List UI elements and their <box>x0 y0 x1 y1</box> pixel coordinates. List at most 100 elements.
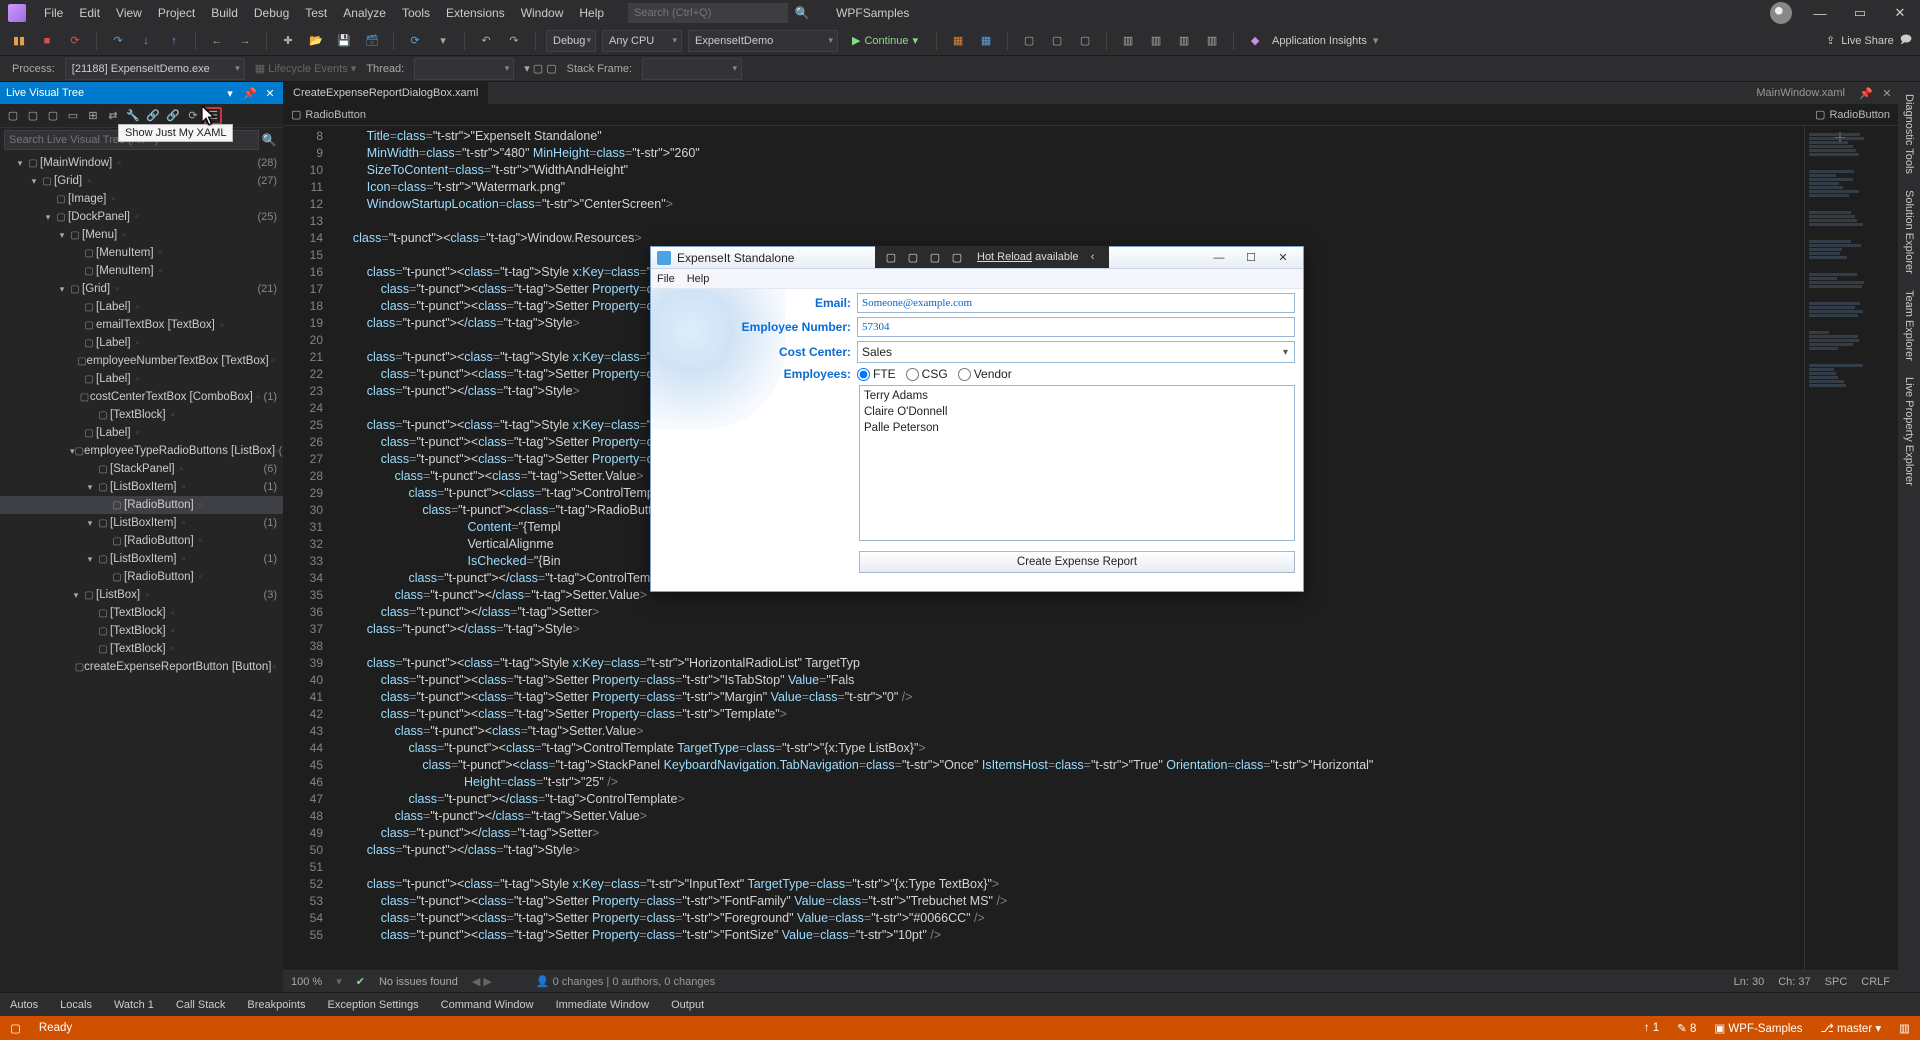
tree-node[interactable]: ▢[RadioButton] ▫ <box>0 532 283 550</box>
adorner-btn1[interactable]: ▢ <box>883 249 899 265</box>
tb-icon-b[interactable]: ▦ <box>975 30 997 52</box>
menu-analyze[interactable]: Analyze <box>335 2 394 24</box>
adorner-chevron-icon[interactable]: ‹ <box>1085 249 1101 265</box>
wpf-close-button[interactable]: ✕ <box>1269 249 1297 267</box>
liveshare-label[interactable]: Live Share <box>1841 35 1894 47</box>
bottom-tab-breakpoints[interactable]: Breakpoints <box>243 996 309 1014</box>
search-icon[interactable]: 🔍 <box>259 133 279 147</box>
continue-button[interactable]: ▶ Continue ▾ <box>844 34 926 47</box>
tree-node[interactable]: ▢[Label] ▫ <box>0 298 283 316</box>
menu-project[interactable]: Project <box>150 2 203 24</box>
nav-forward-icon[interactable]: → <box>234 30 256 52</box>
status-icon[interactable]: ▥ <box>1899 1021 1910 1035</box>
bottom-tab-autos[interactable]: Autos <box>6 996 42 1014</box>
new-item-icon[interactable]: ✚ <box>277 30 299 52</box>
solution-platform-combo[interactable]: Any CPU <box>602 30 682 52</box>
thread-combo[interactable] <box>414 58 514 80</box>
save-icon[interactable]: 💾 <box>333 30 355 52</box>
tb-icon-d[interactable]: ▢ <box>1046 30 1068 52</box>
rail-tab-team-explorer[interactable]: Team Explorer <box>1901 282 1917 369</box>
bottom-tab-immediate-window[interactable]: Immediate Window <box>552 996 654 1014</box>
lvt-btn-6[interactable]: ⇄ <box>104 107 122 125</box>
tree-node[interactable]: ▾▢[ListBoxItem] ▫(1) <box>0 550 283 568</box>
search-icon[interactable]: 🔍 <box>792 3 812 23</box>
cost-center-combo[interactable]: Sales <box>857 341 1295 363</box>
tree-node[interactable]: ▢[TextBlock] ▫ <box>0 622 283 640</box>
employee-listbox[interactable]: Terry AdamsClaire O'DonnellPalle Peterso… <box>859 385 1295 541</box>
maximize-button[interactable]: ▭ <box>1848 5 1872 21</box>
tb-icon-c[interactable]: ▢ <box>1018 30 1040 52</box>
show-just-my-xaml-button[interactable]: ☰ <box>204 107 222 125</box>
wpf-menu-help[interactable]: Help <box>687 273 710 285</box>
tree-node[interactable]: ▢[Label] ▫ <box>0 370 283 388</box>
menu-window[interactable]: Window <box>513 2 572 24</box>
redo-icon[interactable]: ↷ <box>503 30 525 52</box>
tree-node[interactable]: ▢[Image] ▫ <box>0 190 283 208</box>
repo-label[interactable]: ▣ WPF-Samples <box>1714 1021 1802 1035</box>
wpf-app-window[interactable]: ▢ ▢ ▢ ▢ Hot Reload available ‹ ExpenseIt… <box>650 246 1304 592</box>
tree-node[interactable]: ▾▢employeeTypeRadioButtons [ListBox] ▫(7… <box>0 442 283 460</box>
quick-search-input[interactable] <box>628 3 788 23</box>
bottom-tab-locals[interactable]: Locals <box>56 996 96 1014</box>
employee-item[interactable]: Claire O'Donnell <box>864 404 1290 420</box>
step-into-icon[interactable]: ↓ <box>135 30 157 52</box>
undo-icon[interactable]: ↶ <box>475 30 497 52</box>
tree-node[interactable]: ▾▢[Menu] ▫ <box>0 226 283 244</box>
stop-icon[interactable]: ■ <box>36 30 58 52</box>
pause-icon[interactable]: ▮▮ <box>8 30 30 52</box>
rail-tab-diagnostic-tools[interactable]: Diagnostic Tools <box>1901 86 1917 182</box>
tree-node[interactable]: ▾▢[Grid] ▫(21) <box>0 280 283 298</box>
close-button[interactable]: ✕ <box>1888 5 1912 21</box>
menu-help[interactable]: Help <box>571 2 612 24</box>
tree-node[interactable]: ▾▢[DockPanel] ▫(25) <box>0 208 283 226</box>
create-expense-report-button[interactable]: Create Expense Report <box>859 551 1295 573</box>
tree-node[interactable]: ▾▢[MainWindow] ▫(28) <box>0 154 283 172</box>
lvt-btn-5[interactable]: ⊞ <box>84 107 102 125</box>
tree-node[interactable]: ▢[TextBlock] ▫ <box>0 640 283 658</box>
refresh-icon[interactable]: ⟳ <box>404 30 426 52</box>
bottom-tab-watch-1[interactable]: Watch 1 <box>110 996 158 1014</box>
wpf-maximize-button[interactable]: ☐ <box>1237 249 1265 267</box>
lvt-btn-9[interactable]: 🔗 <box>164 107 182 125</box>
employee-number-input[interactable] <box>857 317 1295 337</box>
hot-reload-link[interactable]: Hot Reload <box>977 251 1032 263</box>
menu-file[interactable]: File <box>36 2 71 24</box>
dropdown-icon[interactable]: ▾ <box>223 87 237 100</box>
tb-icon-g[interactable]: ▥ <box>1145 30 1167 52</box>
tree-node[interactable]: ▢costCenterTextBox [ComboBox] ▫(1) <box>0 388 283 406</box>
tree-node[interactable]: ▢[MenuItem] ▫ <box>0 262 283 280</box>
pin-icon[interactable]: 📌 <box>1856 82 1877 104</box>
visual-tree[interactable]: ▾▢[MainWindow] ▫(28)▾▢[Grid] ▫(27)▢[Imag… <box>0 152 283 992</box>
menu-view[interactable]: View <box>108 2 150 24</box>
breadcrumb-right[interactable]: RadioButton <box>1829 109 1890 121</box>
radio-fte[interactable]: FTE <box>857 367 896 381</box>
menu-extensions[interactable]: Extensions <box>438 2 513 24</box>
step-over-icon[interactable]: ↷ <box>107 30 129 52</box>
wpf-menu-file[interactable]: File <box>657 273 675 285</box>
open-icon[interactable]: 📂 <box>305 30 327 52</box>
close-icon[interactable]: ✕ <box>263 87 277 100</box>
tree-node[interactable]: ▢[TextBlock] ▫ <box>0 406 283 424</box>
stackframe-combo[interactable] <box>642 58 742 80</box>
restart-icon[interactable]: ⟳ <box>64 30 86 52</box>
dropdown-icon[interactable]: ▾ <box>432 30 454 52</box>
solution-config-combo[interactable]: Debug <box>546 30 596 52</box>
lvt-btn-3[interactable]: ▢ <box>44 107 62 125</box>
file-tab-active[interactable]: CreateExpenseReportDialogBox.xaml <box>283 82 489 104</box>
tree-node[interactable]: ▢[TextBlock] ▫ <box>0 604 283 622</box>
lvt-btn-8[interactable]: 🔗 <box>144 107 162 125</box>
tree-node[interactable]: ▢[Label] ▫ <box>0 424 283 442</box>
minimap[interactable]: ＋ <box>1804 126 1874 970</box>
tree-node[interactable]: ▾▢[Grid] ▫(27) <box>0 172 283 190</box>
tb-icon-a[interactable]: ▦ <box>947 30 969 52</box>
employee-item[interactable]: Palle Peterson <box>864 420 1290 436</box>
pin-icon[interactable]: 📌 <box>243 87 257 100</box>
tb-icon-i[interactable]: ▥ <box>1201 30 1223 52</box>
email-input[interactable] <box>857 293 1295 313</box>
lvt-btn-7[interactable]: 🔧 <box>124 107 142 125</box>
tree-node[interactable]: ▢[StackPanel] ▫(6) <box>0 460 283 478</box>
menu-test[interactable]: Test <box>297 2 335 24</box>
employee-item[interactable]: Terry Adams <box>864 388 1290 404</box>
push-indicator[interactable]: ↑ 1 <box>1644 1022 1659 1034</box>
tree-node[interactable]: ▢createExpenseReportButton [Button] ▫ <box>0 658 283 676</box>
